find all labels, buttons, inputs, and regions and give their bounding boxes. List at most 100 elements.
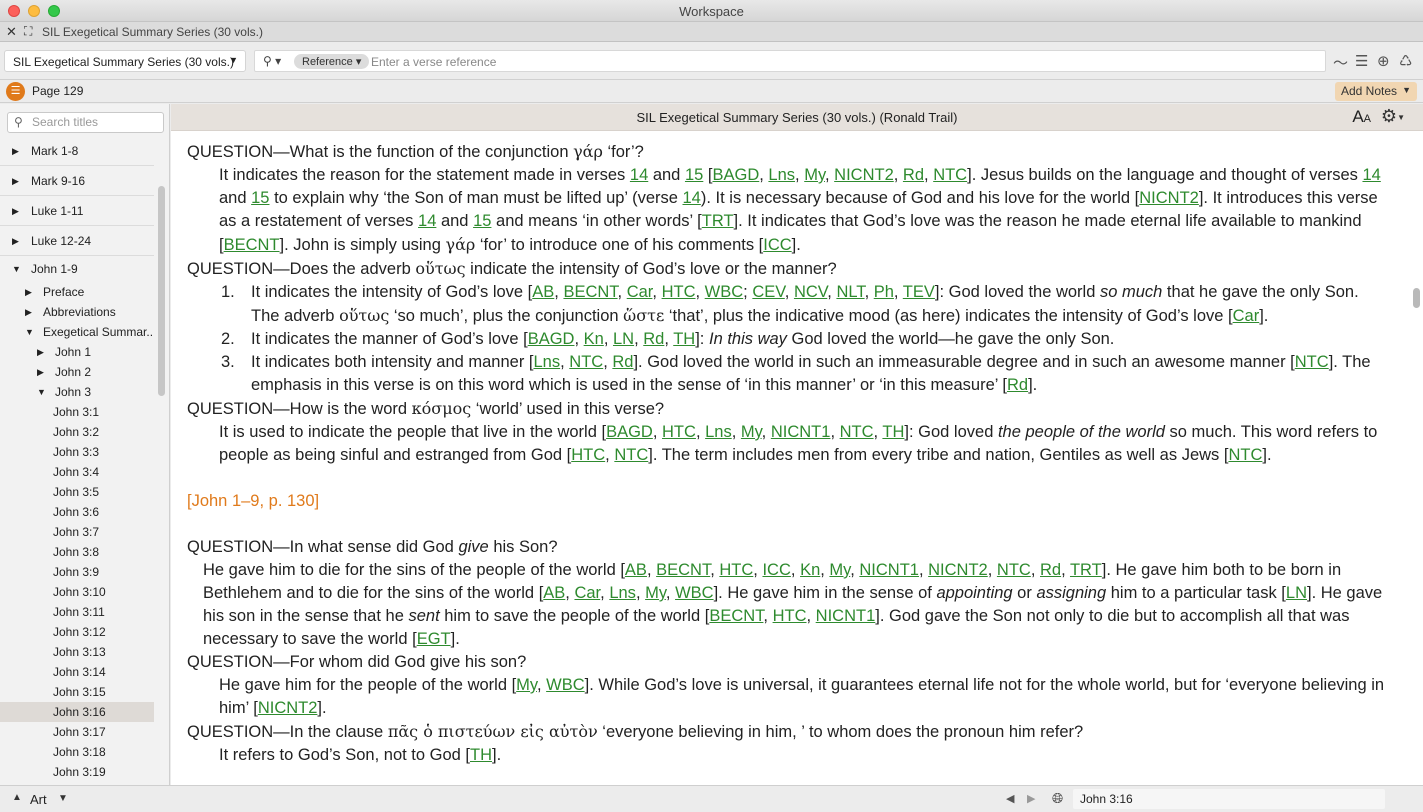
sidebar-item[interactable]: John 3:4 — [0, 462, 154, 482]
sidebar-item[interactable]: ▶ Preface — [0, 282, 154, 302]
sidebar-item[interactable]: John 3:13 — [0, 642, 154, 662]
sidebar-item[interactable]: ▶ Mark 1-8 — [0, 136, 154, 166]
abbrev-link[interactable]: My — [804, 166, 825, 184]
sidebar-item[interactable]: ▼ John 1-9 — [0, 256, 154, 282]
sidebar-item[interactable]: ▶ Abbreviations — [0, 302, 154, 322]
disclosure-closed-icon[interactable]: ▶ — [37, 342, 44, 362]
sidebar-item[interactable]: John 3:2 — [0, 422, 154, 442]
verse-link[interactable]: 14 — [683, 189, 701, 207]
abbrev-link[interactable]: AB — [543, 584, 565, 602]
abbrev-link[interactable]: Lns — [534, 353, 561, 371]
abbrev-link[interactable]: NTC — [933, 166, 967, 184]
abbrev-link[interactable]: WBC — [705, 283, 744, 301]
abbrev-link[interactable]: BAGD — [712, 166, 759, 184]
reference-input[interactable] — [371, 53, 1271, 70]
sidebar-item[interactable]: John 3:1 — [0, 402, 154, 422]
location-field[interactable]: John 3:16 — [1073, 789, 1385, 809]
globe-icon[interactable]: 🌐︎ — [1052, 790, 1063, 807]
resource-selector[interactable]: SIL Exegetical Summary Series (30 vols.)… — [4, 50, 246, 72]
abbrev-link[interactable]: WBC — [675, 584, 714, 602]
abbrev-link[interactable]: HTC — [773, 607, 807, 625]
disclosure-closed-icon[interactable]: ▶ — [37, 362, 44, 382]
abbrev-link[interactable]: NTC — [840, 423, 874, 441]
abbrev-link[interactable]: BAGD — [528, 330, 575, 348]
search-icon[interactable]: ⚲ ▾ — [263, 54, 281, 68]
disclosure-open-icon[interactable]: ▼ — [37, 382, 46, 402]
abbrev-link[interactable]: NICNT2 — [1139, 189, 1199, 207]
sidebar-item[interactable]: John 3:5 — [0, 482, 154, 502]
reference-type-pill[interactable]: Reference ▾ — [294, 54, 370, 69]
abbrev-link[interactable]: TH — [673, 330, 695, 348]
abbrev-link[interactable]: Rd — [612, 353, 633, 371]
add-notes-button[interactable]: Add Notes ▼ — [1335, 82, 1417, 101]
verse-link[interactable]: 14 — [418, 212, 436, 230]
abbrev-link[interactable]: My — [741, 423, 762, 441]
sidebar-item[interactable]: John 3:8 — [0, 542, 154, 562]
abbrev-link[interactable]: ICC — [762, 561, 790, 579]
add-circle-icon[interactable]: ⊕ — [1377, 52, 1390, 70]
sidebar-item[interactable]: John 3:9 — [0, 562, 154, 582]
sidebar-item[interactable]: John 3:19 — [0, 762, 154, 782]
abbrev-link[interactable]: EGT — [417, 630, 451, 648]
abbrev-link[interactable]: CEV — [752, 283, 784, 301]
abbrev-link[interactable]: HTC — [571, 446, 605, 464]
abbrev-link[interactable]: Car — [1233, 307, 1260, 325]
abbrev-link[interactable]: NICNT2 — [834, 166, 894, 184]
abbrev-link[interactable]: NTC — [614, 446, 648, 464]
abbrev-link[interactable]: AB — [532, 283, 554, 301]
abbrev-link[interactable]: TRT — [702, 212, 734, 230]
title-search-input[interactable] — [32, 115, 160, 129]
abbrev-link[interactable]: Car — [574, 584, 600, 602]
gear-icon[interactable]: ⚙ — [1381, 106, 1397, 127]
abbrev-link[interactable]: Rd — [903, 166, 924, 184]
disclosure-closed-icon[interactable]: ▶ — [25, 302, 32, 322]
sidebar-item[interactable]: John 3:6 — [0, 502, 154, 522]
timeline-icon[interactable]: 〜 — [1333, 52, 1348, 73]
abbrev-link[interactable]: TH — [882, 423, 904, 441]
abbrev-link[interactable]: HTC — [662, 423, 696, 441]
sidebar-item[interactable]: John 3:17 — [0, 722, 154, 742]
disclosure-closed-icon[interactable]: ▶ — [12, 166, 19, 196]
abbrev-link[interactable]: Rd — [1007, 376, 1028, 394]
forward-icon[interactable]: ▶ — [1027, 792, 1035, 805]
disclosure-closed-icon[interactable]: ▶ — [25, 282, 32, 302]
abbrev-link[interactable]: Ph — [874, 283, 894, 301]
abbrev-link[interactable]: Lns — [609, 584, 636, 602]
abbrev-link[interactable]: Kn — [800, 561, 820, 579]
abbrev-link[interactable]: NICNT1 — [859, 561, 919, 579]
sidebar-item[interactable]: John 3:15 — [0, 682, 154, 702]
abbrev-link[interactable]: NTC — [569, 353, 603, 371]
sidebar-item[interactable]: John 3:3 — [0, 442, 154, 462]
sidebar-item[interactable]: John 3:12 — [0, 622, 154, 642]
sidebar-item[interactable]: ▶ Luke 12-24 — [0, 226, 154, 256]
verse-link[interactable]: 15 — [473, 212, 491, 230]
sidebar-item[interactable]: John 3:7 — [0, 522, 154, 542]
abbrev-link[interactable]: HTC — [662, 283, 696, 301]
abbrev-link[interactable]: Rd — [1040, 561, 1061, 579]
disclosure-open-icon[interactable]: ▼ — [12, 256, 21, 282]
sidebar-item[interactable]: John 3:14 — [0, 662, 154, 682]
abbrev-link[interactable]: TEV — [903, 283, 935, 301]
disclosure-open-icon[interactable]: ▼ — [25, 322, 34, 342]
disclosure-closed-icon[interactable]: ▶ — [12, 136, 19, 166]
tab-title[interactable]: SIL Exegetical Summary Series (30 vols.) — [42, 25, 263, 39]
sidebar-item[interactable]: John 3:10 — [0, 582, 154, 602]
abbrev-link[interactable]: My — [829, 561, 850, 579]
sidebar-item[interactable]: ▼ Exegetical Summar... — [0, 322, 154, 342]
layout-label[interactable]: Art — [30, 792, 47, 807]
sidebar-item[interactable]: ▶ Luke 1-11 — [0, 196, 154, 226]
sidebar-item[interactable]: John 3:18 — [0, 742, 154, 762]
disclosure-closed-icon[interactable]: ▶ — [12, 196, 19, 226]
sidebar-scrollbar[interactable] — [158, 186, 165, 396]
abbrev-link[interactable]: NICNT1 — [816, 607, 876, 625]
expand-icon[interactable]: ⛶ — [24, 24, 32, 39]
list-icon[interactable]: ☰ — [1355, 52, 1368, 70]
abbrev-link[interactable]: NLT — [836, 283, 864, 301]
close-tab-icon[interactable]: ✕ — [6, 24, 17, 40]
abbrev-link[interactable]: NTC — [1228, 446, 1262, 464]
sidebar-item[interactable]: ▶ John 1 — [0, 342, 154, 362]
recycle-icon[interactable]: ♺ — [1399, 52, 1412, 70]
abbrev-link[interactable]: My — [645, 584, 666, 602]
abbrev-link[interactable]: BECNT — [656, 561, 710, 579]
verse-link[interactable]: 15 — [685, 166, 703, 184]
